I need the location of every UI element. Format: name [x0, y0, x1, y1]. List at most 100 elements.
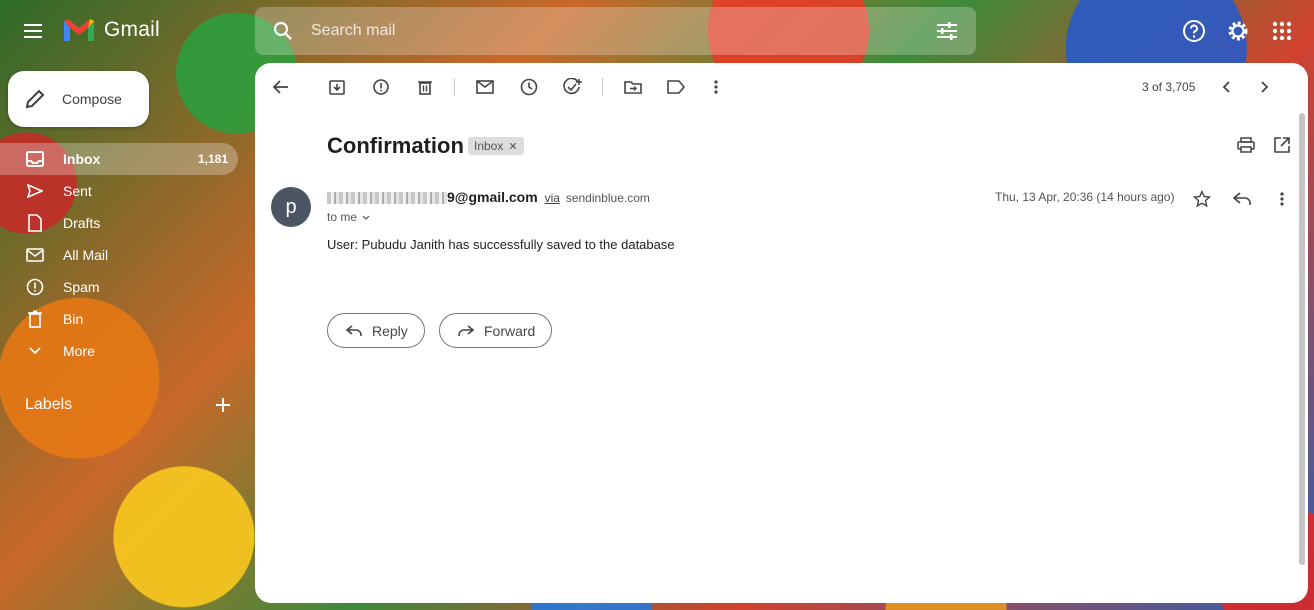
arrow-back-icon — [273, 80, 288, 94]
email-date: Thu, 13 Apr, 20:36 (14 hours ago) — [995, 190, 1175, 204]
sidebar-item-bin[interactable]: Bin — [0, 303, 238, 335]
message-toolbar: 3 of 3,705 — [255, 63, 1308, 111]
reply-label: Reply — [372, 322, 408, 339]
more-vertical-icon — [1280, 192, 1284, 206]
search-options-button[interactable] — [918, 21, 976, 41]
compose-label: Compose — [62, 91, 122, 107]
sidebar-item-label: Inbox — [63, 151, 101, 167]
clock-icon — [520, 78, 538, 96]
search-bar — [255, 7, 976, 55]
send-icon — [26, 182, 44, 200]
draft-icon — [26, 214, 44, 232]
search-icon — [273, 21, 292, 40]
snooze-button[interactable] — [509, 67, 549, 107]
sidebar-item-label: More — [63, 343, 95, 359]
hamburger-icon — [24, 24, 42, 38]
toolbar-divider — [602, 78, 603, 96]
delete-button[interactable] — [405, 67, 445, 107]
print-all-button[interactable] — [1234, 133, 1258, 157]
badge-label: Inbox — [474, 139, 504, 153]
sidebar-item-label: Sent — [63, 183, 92, 199]
reply-icon — [1233, 192, 1251, 205]
pencil-icon — [25, 89, 45, 109]
labels-section-header: Labels — [25, 393, 235, 417]
sidebar-item-inbox[interactable]: Inbox 1,181 — [0, 143, 238, 175]
caret-down-icon — [362, 215, 370, 220]
sidebar-item-label: Drafts — [63, 215, 101, 231]
via-link[interactable]: via — [545, 191, 560, 205]
labels-button[interactable] — [656, 67, 696, 107]
help-icon — [1183, 20, 1205, 42]
recipient-text: to me — [327, 210, 358, 224]
support-button[interactable] — [1174, 11, 1214, 51]
main-menu-button[interactable] — [14, 11, 54, 51]
search-input[interactable] — [311, 22, 918, 40]
report-spam-button[interactable] — [361, 67, 401, 107]
star-button[interactable] — [1188, 185, 1216, 213]
trash-icon — [418, 81, 432, 95]
back-button[interactable] — [261, 67, 301, 107]
sidebar-item-spam[interactable]: Spam — [0, 271, 238, 303]
sidebar-item-drafts[interactable]: Drafts — [0, 207, 238, 239]
move-folder-icon — [624, 81, 642, 94]
bin-icon — [26, 310, 44, 328]
mail-icon — [476, 80, 494, 94]
email-body: User: Pubudu Janith has successfully sav… — [327, 237, 675, 252]
task-add-icon — [563, 78, 582, 95]
more-vertical-icon — [714, 80, 718, 94]
create-label-button[interactable] — [211, 393, 235, 417]
redacted-sender-name — [327, 192, 447, 205]
gear-icon — [1228, 21, 1248, 41]
search-button[interactable] — [255, 21, 311, 41]
archive-button[interactable] — [317, 67, 357, 107]
sidebar-nav: Inbox 1,181 Sent Drafts All Mail Spam Bi… — [0, 143, 238, 367]
remove-label-button[interactable]: ✕ — [508, 140, 517, 153]
label-icon — [667, 80, 685, 94]
plus-icon — [216, 398, 230, 412]
pagination-text: 3 of 3,705 — [1142, 80, 1196, 94]
scrollbar[interactable] — [1299, 113, 1305, 565]
more-options-button[interactable] — [696, 67, 736, 107]
sidebar-item-label: All Mail — [63, 247, 109, 263]
apps-grid-icon — [1272, 21, 1292, 41]
settings-button[interactable] — [1218, 11, 1258, 51]
inbox-label-badge: Inbox ✕ — [468, 137, 524, 155]
report-icon — [373, 79, 389, 95]
gmail-m-icon — [64, 19, 94, 41]
sidebar-item-all-mail[interactable]: All Mail — [0, 239, 238, 271]
sender-email[interactable]: 9@gmail.com — [447, 189, 538, 205]
reply-icon-button[interactable] — [1228, 185, 1256, 213]
apps-button[interactable] — [1262, 11, 1302, 51]
reply-button[interactable]: Reply — [327, 313, 425, 348]
via-domain: sendinblue.com — [565, 191, 650, 205]
forward-button[interactable]: Forward — [439, 313, 553, 348]
recipient-details[interactable]: to me — [327, 210, 370, 224]
newer-button[interactable] — [1206, 67, 1246, 107]
open-new-window-button[interactable] — [1270, 133, 1294, 157]
move-to-button[interactable] — [613, 67, 653, 107]
sidebar-item-more[interactable]: More — [0, 335, 238, 367]
chevron-right-icon — [1261, 81, 1269, 93]
forward-label: Forward — [484, 322, 536, 339]
older-button[interactable] — [1245, 67, 1285, 107]
compose-button[interactable]: Compose — [8, 71, 149, 127]
top-bar: Gmail — [0, 0, 1314, 62]
open-in-new-icon — [1274, 137, 1290, 153]
sender-avatar[interactable]: p — [271, 187, 311, 227]
chevron-left-icon — [1222, 81, 1230, 93]
forward-icon — [458, 324, 474, 336]
gmail-logo[interactable]: Gmail — [62, 17, 160, 43]
toolbar-divider — [454, 78, 455, 96]
message-panel: 3 of 3,705 Confirmation Inbox ✕ p 9@gmai… — [255, 63, 1308, 603]
gmail-wordmark: Gmail — [104, 18, 160, 41]
inbox-icon — [26, 150, 44, 168]
tune-icon — [937, 22, 957, 40]
message-more-button[interactable] — [1268, 185, 1296, 213]
all-mail-icon — [26, 246, 44, 264]
sender-line: 9@gmail.com via sendinblue.com — [327, 189, 650, 205]
add-to-tasks-button[interactable] — [553, 67, 593, 107]
spam-icon — [26, 278, 44, 296]
sidebar-item-sent[interactable]: Sent — [0, 175, 238, 207]
mark-unread-button[interactable] — [465, 67, 505, 107]
star-icon — [1193, 190, 1211, 208]
